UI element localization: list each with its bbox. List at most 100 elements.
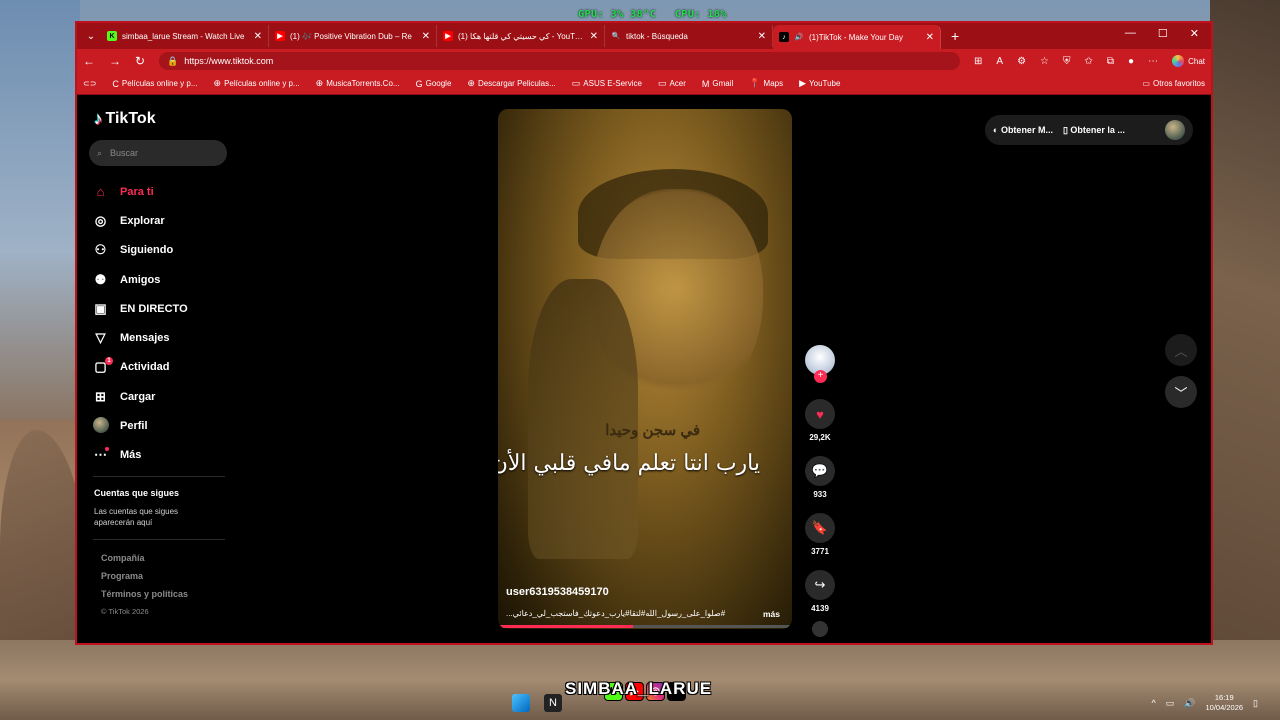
notifications-icon[interactable]: ▯ (1253, 698, 1258, 709)
bookmarks-toggle-icon[interactable]: ⊂⊃ (83, 79, 96, 88)
close-window-icon[interactable]: ✕ (1190, 27, 1199, 40)
clock[interactable]: 16:19 10/04/2026 (1206, 693, 1244, 713)
menu-dots-icon[interactable]: ⋯ (1148, 56, 1158, 67)
search-placeholder: Buscar (110, 148, 139, 158)
copilot-chat-button[interactable]: Chat (1172, 55, 1205, 67)
profile-avatar[interactable] (1165, 120, 1185, 140)
new-tab-button[interactable]: + (951, 28, 959, 44)
time: 16:19 (1214, 693, 1234, 702)
video-username[interactable]: user6319538459170 (506, 586, 609, 598)
profile-icon[interactable]: ● (1128, 56, 1134, 67)
bookmark-item[interactable]: ▭ ASUS E-Service (572, 78, 642, 89)
nav-item-actividad[interactable]: ▢ 1 Actividad (93, 353, 233, 382)
bookmark-item[interactable]: ⊕ MusicaTorrents.Co... (316, 78, 400, 89)
tab-youtube-music[interactable]: ▶ (1) 🎶 Positive Vibration Dub – Re ✕ (269, 25, 437, 47)
sidebar: ♪ TikTok ⌕ Buscar ⌂ Para ti ◎ Explorar ⚇ Si… (77, 97, 237, 643)
nav-item-siguiendo[interactable]: ⚇ Siguiendo (93, 236, 233, 265)
tab-kick-stream[interactable]: K simbaa_larue Stream - Watch Live ✕ (101, 25, 269, 47)
share-icon[interactable]: ↪ (805, 570, 835, 600)
chevron-up-icon[interactable]: ^ (1152, 698, 1156, 708)
close-tab-icon[interactable]: ✕ (926, 32, 934, 43)
tab-tiktok[interactable]: ♪ 🔊 (1)TikTok - Make Your Day ✕ (773, 25, 941, 49)
next-video-chevron-down-icon[interactable]: ﹀ (1165, 376, 1197, 408)
split-screen-icon[interactable]: ⧉ (1107, 56, 1114, 67)
video-progress-fill (498, 625, 634, 628)
favorites-icon[interactable]: ✩ (1085, 56, 1093, 67)
close-tab-icon[interactable]: ✕ (758, 31, 766, 42)
video-progress-bar[interactable] (498, 625, 792, 628)
tab-search[interactable]: 🔍 tiktok - Búsqueda ✕ (605, 25, 773, 47)
search-icon: ⌕ (97, 147, 103, 158)
bookmark-item[interactable]: M Gmail (702, 79, 733, 89)
follow-plus-icon[interactable]: + (814, 370, 827, 383)
bookmark-item[interactable]: ▭ Acer (658, 78, 686, 89)
other-favorites[interactable]: ▭ Otros favoritos (1142, 79, 1205, 88)
tab-youtube-arabic[interactable]: ▶ (1) كي حسيتي كي قلتها هكا - YouTube ✕ (437, 25, 605, 47)
window-controls: — ☐ ✕ (1125, 27, 1207, 40)
tiktok-page: ♪ TikTok ⌕ Buscar ⌂ Para ti ◎ Explorar ⚇ Si… (77, 97, 1211, 643)
bookmark-label: Películas online y p... (121, 79, 198, 88)
close-tab-icon[interactable]: ✕ (422, 31, 430, 42)
apps-icon[interactable]: ⊞ (974, 56, 982, 67)
bookmark-item[interactable]: C Películas online y p... (112, 79, 197, 89)
nav-item-mas[interactable]: ⋯ Más (93, 441, 233, 470)
bookmark-item[interactable]: ⊕ Películas online y p... (214, 78, 300, 89)
nav-item-mensajes[interactable]: ▽ Mensajes (93, 323, 233, 352)
share-action: ↪ 4139 (803, 570, 837, 613)
reload-icon[interactable]: ↻ (135, 54, 145, 68)
previous-video-chevron-up-icon[interactable]: ︿ (1165, 334, 1197, 366)
creator-avatar[interactable]: + (805, 345, 835, 383)
nav-item-amigos[interactable]: ⚉ Amigos (93, 265, 233, 294)
search-input[interactable]: ⌕ Buscar (89, 140, 227, 166)
bookmark-item[interactable]: 📍 Maps (749, 78, 783, 89)
minimize-icon[interactable]: — (1125, 27, 1136, 40)
notion-icon[interactable]: N (544, 694, 562, 712)
bookmark-label: ASUS E-Service (583, 79, 642, 88)
footer-links: Compañía Programa Términos y políticas ©… (101, 549, 188, 621)
speaker-icon[interactable]: 🔊 (794, 32, 804, 42)
bookmark-item[interactable]: G Google (416, 79, 452, 89)
footer-link-program[interactable]: Programa (101, 567, 188, 585)
nav-item-cargar[interactable]: ⊞ Cargar (93, 382, 233, 411)
tab-list-chevron-icon[interactable]: ⌄ (81, 31, 101, 42)
tiktok-logo[interactable]: ♪ TikTok (94, 109, 156, 129)
live-icon: ▣ (94, 300, 107, 316)
more-button[interactable]: más (763, 609, 780, 619)
bookmark-item[interactable]: ▶ YouTube (799, 78, 840, 89)
bookmark-label: Acer (669, 79, 686, 88)
divider (93, 539, 225, 540)
notification-badge: 1 (105, 356, 113, 365)
extension-icon[interactable]: ⚙ (1017, 56, 1026, 67)
footer-link-terms[interactable]: Términos y políticas (101, 585, 188, 603)
translate-icon[interactable]: A (996, 56, 1003, 67)
network-icon[interactable]: ▭ (1166, 698, 1175, 709)
bookmark-item[interactable]: ⊕ Descargar Peliculas... (467, 78, 555, 89)
close-tab-icon[interactable]: ✕ (590, 31, 598, 42)
nav-item-en-directo[interactable]: ▣ EN DIRECTO (93, 294, 233, 323)
volume-icon[interactable]: 🔊 (1184, 698, 1195, 709)
get-app-mobile-button[interactable]: ▯ Obtener la ... (1063, 125, 1125, 136)
maximize-icon[interactable]: ☐ (1158, 27, 1168, 40)
music-disc-avatar[interactable] (812, 621, 828, 637)
heart-icon[interactable]: ♥ (805, 399, 835, 429)
bookmark-label: Google (425, 79, 452, 88)
gpu-stat: GPU: 3% 38°C (578, 9, 657, 20)
bookmark-icon[interactable]: 🔖 (805, 513, 835, 543)
address-bar[interactable]: 🔒 https://www.tiktok.com (159, 52, 961, 70)
nav-item-para-ti[interactable]: ⌂ Para ti (93, 177, 233, 206)
get-app-desktop-button[interactable]: ◐ Obtener M... (993, 125, 1053, 135)
nav-item-explorar[interactable]: ◎ Explorar (93, 206, 233, 235)
favorite-star-icon[interactable]: ☆ (1040, 56, 1049, 67)
close-tab-icon[interactable]: ✕ (254, 31, 262, 42)
nav-item-perfil[interactable]: Perfil (93, 411, 233, 440)
back-arrow-icon[interactable]: ← (83, 54, 95, 68)
footer-link-company[interactable]: Compañía (101, 549, 188, 567)
comment-icon[interactable]: 💬 (805, 456, 835, 486)
lock-icon[interactable]: 🔒 (167, 56, 178, 67)
tab-title: tiktok - Búsqueda (626, 31, 688, 41)
notification-dot (105, 446, 109, 451)
forward-arrow-icon[interactable]: → (109, 54, 121, 68)
shield-icon[interactable]: ⛨ (1063, 56, 1071, 67)
video-player[interactable]: في سجن وحيدا يارب انتا تعلم مافي قلبي ال… (498, 109, 792, 629)
windows-start-icon[interactable] (512, 694, 530, 712)
